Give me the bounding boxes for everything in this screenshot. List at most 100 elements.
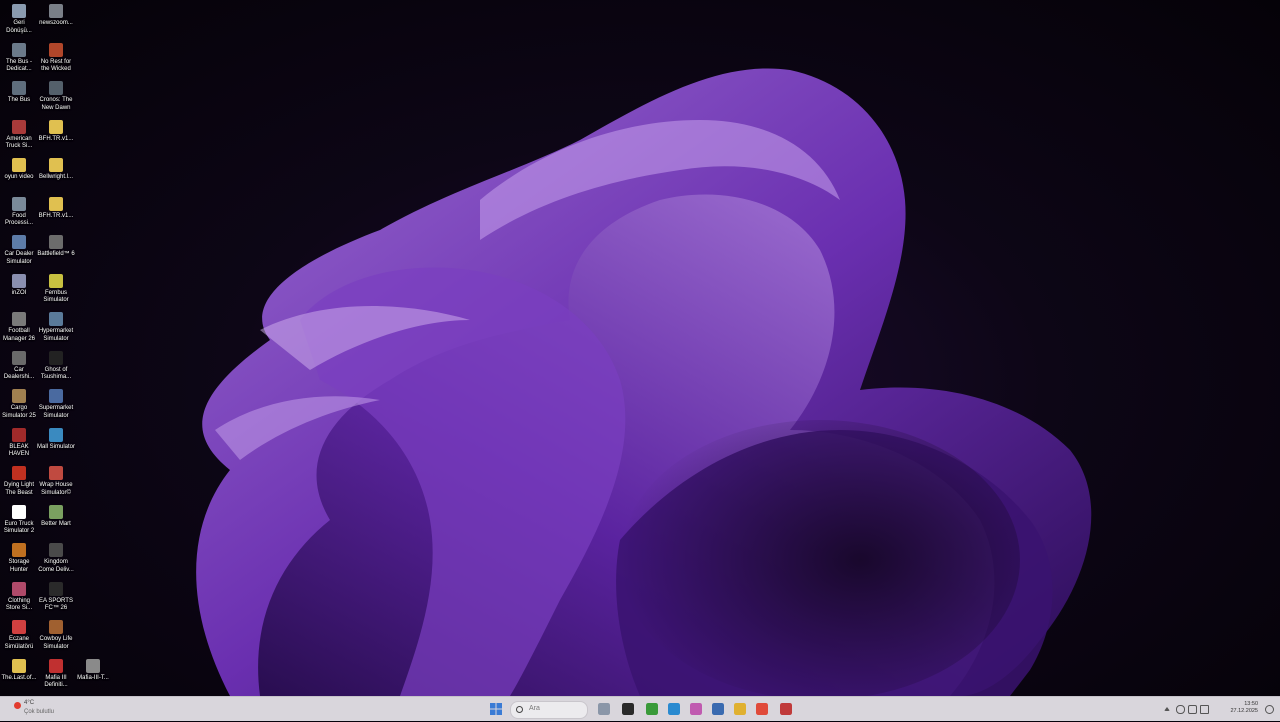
desktop-icon[interactable]: The Bus - Dedicat... xyxy=(0,42,38,74)
volume-icon[interactable] xyxy=(1200,705,1209,714)
desktop-icon[interactable]: BLEAK HAVEN xyxy=(0,427,38,459)
desktop-icon[interactable]: Ghost of Tsushima... xyxy=(37,350,75,382)
desktop-icon[interactable]: Bellwright.l... xyxy=(37,158,75,182)
desktop-icon[interactable]: Geri Dönüşü... xyxy=(0,4,38,35)
app-shortcut-icon xyxy=(49,389,63,403)
start-button[interactable] xyxy=(488,701,504,717)
desktop-icon[interactable]: Cronos: The New Dawn xyxy=(37,81,75,112)
desktop-icon[interactable]: Cowboy Life Simulator xyxy=(37,620,75,651)
desktop-icon-label: inZOI xyxy=(11,289,27,296)
app-shortcut-icon xyxy=(12,350,26,365)
desktop-icon-label: Kingdom Come Deliv... xyxy=(38,559,74,573)
app-shortcut-icon xyxy=(12,196,26,211)
app-shortcut-icon xyxy=(49,273,63,288)
app-shortcut-icon xyxy=(86,658,100,673)
network-icon[interactable] xyxy=(1188,705,1197,714)
desktop-icon-label: The Bus xyxy=(7,97,31,103)
file-explorer-icon[interactable] xyxy=(734,703,746,715)
chevron-up-icon[interactable] xyxy=(1164,707,1170,711)
desktop-icon[interactable]: BFH.TR.v1... xyxy=(37,196,75,221)
desktop-icon-label: EA SPORTS FC™ 26 xyxy=(39,597,73,612)
xbox-icon[interactable] xyxy=(646,703,658,715)
desktop-icon[interactable]: Wrap House Simulator© xyxy=(37,466,75,497)
desktop-icon-label: Mall Simulator xyxy=(37,443,76,450)
desktop-icon[interactable]: Mafia III Definiti... xyxy=(37,658,75,690)
system-tray: 13:50 27.12.2025 xyxy=(1160,697,1280,721)
app-shortcut-icon xyxy=(12,504,26,519)
desktop-icon[interactable]: Kingdom Come Deliv... xyxy=(37,543,75,574)
search-icon xyxy=(516,706,523,713)
weather-temperature: 4°C xyxy=(24,700,35,706)
app-shortcut-icon xyxy=(49,350,63,365)
app-shortcut-icon xyxy=(12,81,26,95)
desktop-wallpaper xyxy=(0,0,1280,696)
desktop-icon[interactable]: American Truck Si... xyxy=(0,119,38,151)
notification-icon[interactable] xyxy=(1265,705,1274,714)
desktop-icon[interactable]: Supermarket Simulator xyxy=(37,389,75,420)
app2-icon[interactable] xyxy=(780,703,792,715)
desktop-icon-label: Hypermarket Simulator xyxy=(38,328,74,342)
desktop-icon-label: Fernbus Simulator xyxy=(43,289,69,304)
app-icon[interactable] xyxy=(690,703,702,715)
desktop-icon-label: Wrap House Simulator© xyxy=(39,482,73,496)
desktop-icon-label: American Truck Si... xyxy=(5,135,33,150)
widgets-icon[interactable] xyxy=(598,703,610,715)
desktop-icon-label: Dying Light The Beast xyxy=(3,482,35,496)
desktop-icon[interactable]: Dying Light The Beast xyxy=(0,466,38,497)
wallpaper-bloom xyxy=(196,68,1092,696)
desktop-icon-label: Supermarket Simulator xyxy=(38,405,74,419)
weather-widget[interactable]: 4°C Çok bulutlu xyxy=(10,699,80,719)
desktop-icon[interactable]: Mall Simulator xyxy=(37,427,76,452)
microphone-icon[interactable] xyxy=(1176,705,1185,714)
app-shortcut-icon xyxy=(49,42,63,57)
desktop-icon[interactable]: Battlefield™ 6 xyxy=(37,235,75,259)
desktop-icon-label: BLEAK HAVEN xyxy=(8,443,30,458)
desktop-icon[interactable]: No Rest for the Wicked xyxy=(37,42,75,74)
desktop-icon[interactable]: Car Dealer Simulator xyxy=(0,235,38,266)
clock-time: 13:50 xyxy=(1244,701,1258,707)
desktop-icon[interactable]: BFH.TR.v1... xyxy=(37,119,75,144)
desktop-icon-label: Cowboy Life Simulator xyxy=(39,636,73,650)
desktop-icon-label: oyun video xyxy=(4,174,34,180)
app-shortcut-icon xyxy=(49,119,63,134)
clock[interactable]: 13:50 27.12.2025 xyxy=(1230,701,1258,715)
taskbar-search[interactable]: Ara xyxy=(510,701,588,719)
desktop-icon-label: Battlefield™ 6 xyxy=(37,251,75,257)
chrome-icon[interactable] xyxy=(756,703,768,715)
desktop-icon[interactable]: Better Mart xyxy=(37,504,75,529)
desktop-icon-label: Cargo Simulator 25 xyxy=(2,405,36,419)
desktop-icon-label: Better Mart xyxy=(41,520,71,527)
app-shortcut-icon xyxy=(49,312,63,326)
desktop-icon-label: Food Processi... xyxy=(4,212,33,227)
app-shortcut-icon xyxy=(49,466,63,480)
windows-logo-icon xyxy=(490,703,502,715)
desktop-icon[interactable]: Storage Hunter xyxy=(0,543,38,574)
desktop-icon[interactable]: Hypermarket Simulator xyxy=(37,312,75,343)
desktop-icon[interactable]: Fernbus Simulator xyxy=(37,273,75,305)
desktop-icon[interactable]: Eczane Simülatörü xyxy=(0,620,38,651)
edge-icon[interactable] xyxy=(668,703,680,715)
app-shortcut-icon xyxy=(12,389,26,403)
desktop-icon-label: BFH.TR.v1... xyxy=(38,135,74,142)
weather-icon xyxy=(14,702,21,709)
desktop-icon-label: BFH.TR.v1... xyxy=(38,212,74,219)
desktop-icon[interactable]: The.Last.of... xyxy=(0,658,38,683)
desktop-icon[interactable]: Food Processi... xyxy=(0,196,38,228)
app-shortcut-icon xyxy=(49,235,63,249)
desktop-icon[interactable]: Cargo Simulator 25 xyxy=(0,389,38,420)
desktop-icon[interactable]: Clothing Store Si... xyxy=(0,581,38,613)
desktop-icon[interactable]: Mafia-III-T... xyxy=(74,658,112,683)
desktop-icon[interactable]: inZOI xyxy=(0,273,38,298)
desktop-icon[interactable]: Euro Truck Simulator 2 xyxy=(0,504,38,536)
desktop-icon-label: The Bus - Dedicat... xyxy=(5,58,32,73)
desktop-icon[interactable]: oyun video xyxy=(0,158,38,182)
desktop-icon-label: Car Dealer Simulator xyxy=(4,251,34,265)
app-shortcut-icon xyxy=(49,581,63,596)
desktop-icon[interactable]: Car Dealershi... xyxy=(0,350,38,382)
store-icon[interactable] xyxy=(712,703,724,715)
desktop-icon[interactable]: EA SPORTS FC™ 26 xyxy=(37,581,75,613)
desktop-icon[interactable]: Football Manager 26 xyxy=(0,312,38,343)
desktop-icon[interactable]: The Bus xyxy=(0,81,38,105)
desktop-icon[interactable]: newszoom... xyxy=(37,4,75,28)
terminal-icon[interactable] xyxy=(622,703,634,715)
